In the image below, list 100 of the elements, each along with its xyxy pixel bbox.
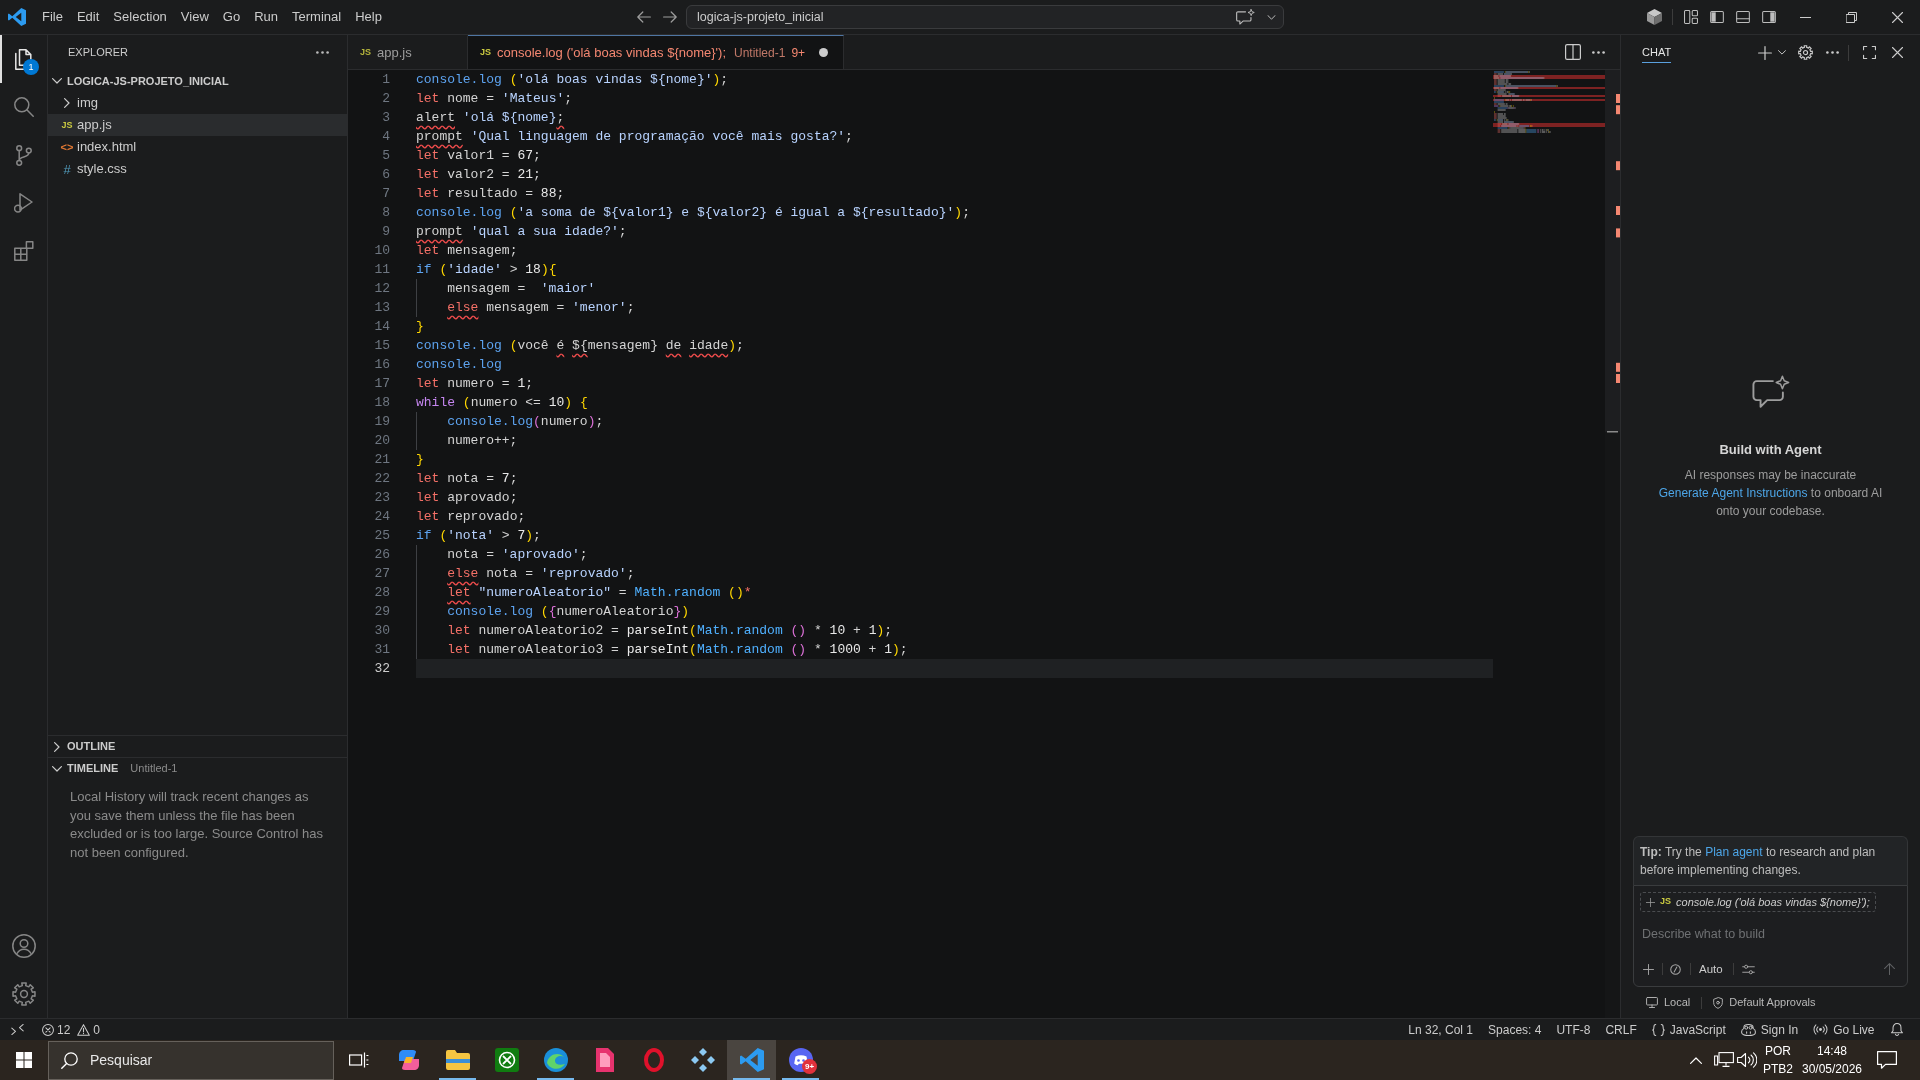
forward-arrow-icon[interactable] xyxy=(663,11,677,23)
sliders-icon[interactable] xyxy=(1741,963,1755,975)
tree-item[interactable]: img xyxy=(48,92,347,114)
plus-icon[interactable] xyxy=(1758,45,1772,60)
maximize-icon[interactable] xyxy=(1863,46,1876,59)
menu-item[interactable]: Selection xyxy=(106,5,174,29)
notification-icon[interactable] xyxy=(1877,1051,1897,1069)
mode-picker[interactable]: Auto xyxy=(1699,960,1723,978)
editor-tab[interactable]: JS console.log ('olá boas vindas ${nome}'); Untitled-1 9+ xyxy=(468,35,845,69)
left-panel-icon[interactable] xyxy=(1710,11,1724,23)
send-arrow-icon[interactable] xyxy=(1884,963,1895,976)
tree-item[interactable]: # style.css xyxy=(48,158,347,180)
plan-agent-link[interactable]: Plan agent xyxy=(1705,845,1763,859)
chat-tab[interactable]: CHAT xyxy=(1642,42,1672,63)
bottom-panel-icon[interactable] xyxy=(1736,11,1750,23)
code-line: let valor1 = 67; xyxy=(416,147,541,165)
status-item[interactable]: Ln 32, Col 1 xyxy=(1400,1019,1481,1040)
bell-icon[interactable] xyxy=(1891,1023,1903,1036)
status-item[interactable]: Spaces: 4 xyxy=(1480,1019,1549,1040)
status-item[interactable]: Go Live xyxy=(1805,1019,1882,1040)
line-number: 28 xyxy=(373,584,391,602)
line-number: 16 xyxy=(373,356,391,374)
tree-item[interactable]: JS app.js xyxy=(48,114,347,136)
status-item[interactable]: CRLF xyxy=(1597,1019,1645,1040)
settings-icon[interactable] xyxy=(11,982,36,1006)
code-line: console.log(numero); xyxy=(447,413,604,431)
menu-item[interactable]: View xyxy=(173,5,216,29)
task-view-icon[interactable] xyxy=(349,1052,369,1068)
more-icon[interactable] xyxy=(1592,50,1605,54)
command-center[interactable]: logica-js-projeto_inicial xyxy=(686,5,1284,29)
line-number: 1 xyxy=(381,71,391,89)
js-file-icon: JS xyxy=(360,45,371,60)
chat-sparkle-icon[interactable] xyxy=(1236,9,1255,25)
plus-icon[interactable] xyxy=(1643,963,1654,975)
menu-item[interactable]: Go xyxy=(215,5,248,29)
menu-item[interactable]: Edit xyxy=(69,5,107,29)
layout-grid-icon[interactable] xyxy=(1684,10,1698,24)
restore-icon[interactable] xyxy=(1845,11,1857,23)
slashed-circle-icon[interactable] xyxy=(1670,963,1681,975)
taskbar-app[interactable]: 9+ xyxy=(776,1040,825,1080)
speaker-icon[interactable] xyxy=(1737,1052,1757,1068)
js-file-icon: JS xyxy=(61,120,73,130)
line-number: 12 xyxy=(373,280,391,298)
minimap[interactable] xyxy=(1493,71,1605,135)
menu-item[interactable]: Help xyxy=(348,5,389,29)
message-input[interactable]: Describe what to build xyxy=(1640,924,1901,944)
network-icon[interactable] xyxy=(1714,1052,1734,1068)
line-number: 8 xyxy=(381,204,391,222)
js-file-icon: JS xyxy=(480,45,491,60)
remote-icon[interactable] xyxy=(10,1024,24,1035)
menu-item[interactable]: Terminal xyxy=(285,5,349,29)
more-icon[interactable] xyxy=(1826,51,1839,54)
input-language[interactable]: POR PTB2 xyxy=(1760,1042,1796,1078)
menu-item[interactable]: Run xyxy=(247,5,285,29)
braces-icon xyxy=(1651,1023,1665,1036)
chat-option[interactable]: Default Approvals xyxy=(1713,994,1816,1011)
tree-item[interactable]: <> index.html xyxy=(48,136,347,158)
clock[interactable]: 14:48 30/05/2026 xyxy=(1796,1042,1868,1078)
code-line: let numeroAleatorio3 = parseInt(Math.random () * 1000 + 1); xyxy=(447,641,908,659)
close-icon[interactable] xyxy=(1892,47,1903,58)
cube-icon[interactable] xyxy=(1646,9,1662,25)
code-line: while (numero <= 10) { xyxy=(416,394,588,412)
section-header[interactable]: OUTLINE xyxy=(48,735,347,757)
ribbon-logo-icon xyxy=(739,1048,764,1072)
wave-circle-icon xyxy=(543,1048,568,1072)
generate-instructions-link[interactable]: Generate Agent Instructions xyxy=(1658,486,1808,500)
status-item[interactable]: JavaScript xyxy=(1644,1019,1734,1040)
chevron-down-icon[interactable] xyxy=(1778,50,1786,55)
chevron-up-icon[interactable] xyxy=(1690,1056,1702,1064)
settings-icon[interactable] xyxy=(1798,45,1813,60)
account-icon[interactable] xyxy=(11,934,36,958)
line-number: 27 xyxy=(373,565,391,583)
files-icon xyxy=(15,48,32,70)
line-number: 31 xyxy=(373,641,391,659)
chat-option[interactable]: Local xyxy=(1646,994,1691,1011)
status-item[interactable]: UTF-8 xyxy=(1548,1019,1598,1040)
context-chip[interactable]: JS console.log ('olá boas vindas ${nome}'); xyxy=(1640,892,1876,912)
code-line: } xyxy=(416,318,424,336)
tree-item[interactable]: LOGICA-JS-PROJETO_INICIAL xyxy=(48,70,347,92)
right-panel-icon[interactable] xyxy=(1762,11,1776,23)
more-icon[interactable] xyxy=(316,51,329,54)
line-number: 22 xyxy=(373,470,391,488)
angle-brackets-icon: <> xyxy=(60,141,74,153)
ring-icon xyxy=(643,1048,664,1072)
four-panes-icon[interactable] xyxy=(16,1052,32,1068)
code-line: prompt 'qual a sua idade?'; xyxy=(416,223,627,241)
close-icon[interactable] xyxy=(1891,11,1903,23)
code-line: else mensagem = 'menor'; xyxy=(447,299,635,317)
menu-item[interactable]: File xyxy=(35,5,70,29)
status-item[interactable]: Sign In xyxy=(1733,1019,1806,1040)
blocks-icon xyxy=(13,241,34,261)
split-editor-icon[interactable] xyxy=(1565,44,1581,60)
chevron-down-icon[interactable] xyxy=(1267,14,1276,20)
sidebar-title: EXPLORER xyxy=(68,45,128,61)
minimize-icon[interactable] xyxy=(1799,16,1811,18)
search-field[interactable]: Pesquisar xyxy=(48,1040,334,1080)
line-number: 26 xyxy=(373,546,391,564)
back-arrow-icon[interactable] xyxy=(637,11,651,23)
section-header[interactable]: TIMELINE Untitled-1 xyxy=(48,757,347,779)
problems-button[interactable]: 12 0 xyxy=(34,1019,109,1040)
